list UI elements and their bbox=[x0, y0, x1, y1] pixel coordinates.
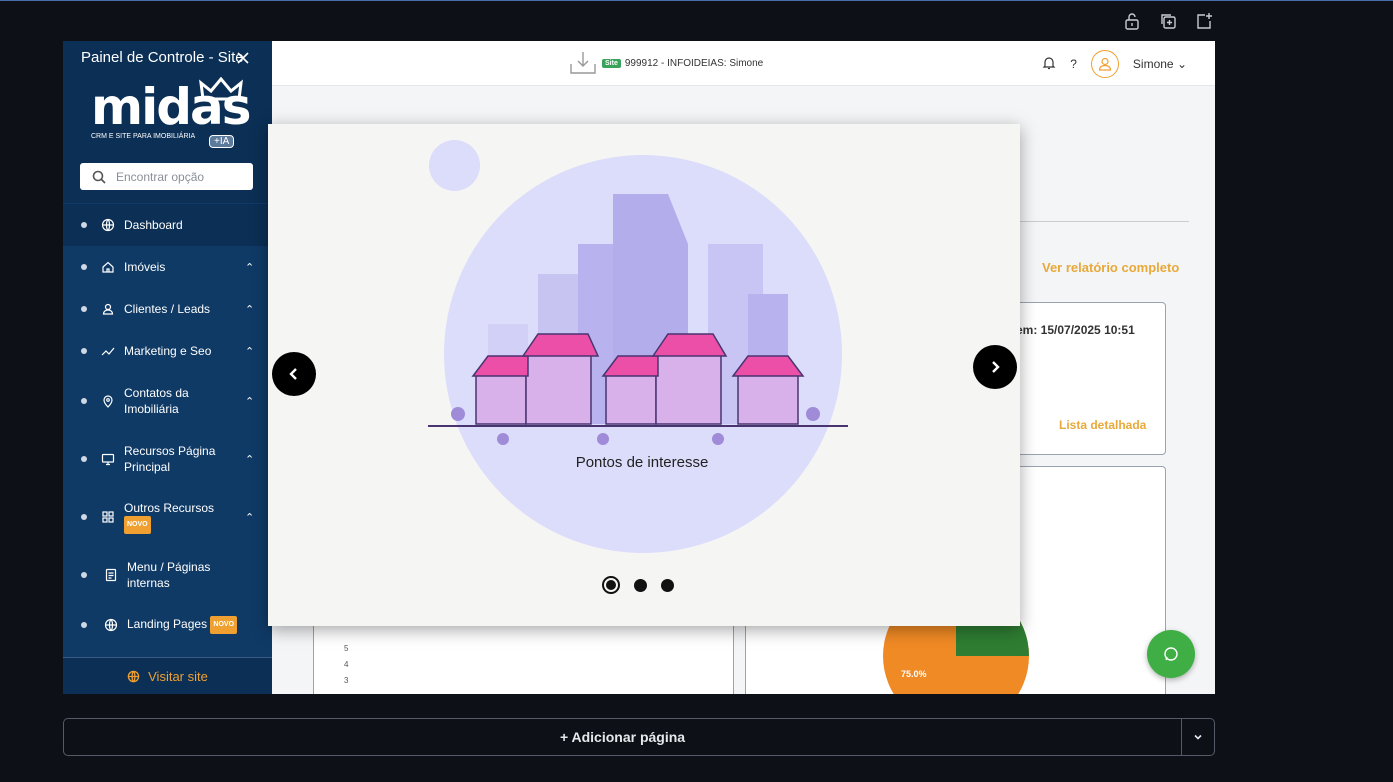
chevron-up-icon: ⌃ bbox=[245, 453, 255, 466]
top-header: Site 999912 - INFOIDEIAS: Simone ? Simon… bbox=[272, 41, 1215, 86]
axis-tick: 3 bbox=[344, 676, 349, 685]
visit-site-button[interactable]: Visitar site bbox=[63, 657, 272, 694]
globe-icon bbox=[104, 618, 118, 632]
add-page-bar: + Adicionar página bbox=[63, 718, 1215, 756]
updated-at-text: em: 15/07/2025 10:51 bbox=[1016, 323, 1135, 337]
chevron-left-icon bbox=[289, 368, 297, 380]
chevron-right-icon bbox=[992, 361, 1000, 373]
site-tag: Site bbox=[602, 58, 621, 68]
sidebar-header: Painel de Controle - Site midas CRM E SI… bbox=[63, 41, 272, 203]
sidebar-item-outros-recursos[interactable]: Outros Recursos NOVO ⌃ bbox=[63, 488, 272, 546]
chart-line-icon bbox=[101, 347, 115, 356]
search-input[interactable]: Encontrar opção bbox=[80, 163, 253, 190]
logo-ia-badge: +IA bbox=[209, 135, 235, 148]
slider-dot[interactable] bbox=[634, 578, 647, 592]
detailed-list-link[interactable]: Lista detalhada bbox=[1059, 418, 1146, 432]
chevron-up-icon: ⌃ bbox=[245, 395, 255, 408]
chevron-up-icon: ⌃ bbox=[245, 303, 255, 316]
avatar[interactable] bbox=[1090, 50, 1119, 78]
chevron-down-icon: ⌄ bbox=[1176, 57, 1187, 71]
bell-icon[interactable] bbox=[1042, 56, 1056, 73]
grid-icon bbox=[102, 511, 114, 523]
user-icon bbox=[1098, 57, 1112, 71]
chevron-up-icon: ⌃ bbox=[245, 345, 255, 358]
globe-icon bbox=[127, 670, 140, 682]
onboarding-slider-modal: Pontos de interesse bbox=[268, 124, 1020, 626]
sidebar-item-menu-paginas[interactable]: Menu / Páginas internas bbox=[63, 546, 272, 604]
add-page-button[interactable]: + Adicionar página bbox=[64, 729, 1181, 745]
slider-next-button[interactable] bbox=[973, 345, 1017, 389]
slider-pagination bbox=[602, 576, 674, 594]
search-icon bbox=[92, 170, 106, 184]
sidebar-item-imoveis[interactable]: Imóveis ⌃ bbox=[63, 246, 272, 288]
sidebar-item-marketing[interactable]: Marketing e Seo ⌃ bbox=[63, 330, 272, 372]
site-selector[interactable]: Site 999912 - INFOIDEIAS: Simone bbox=[568, 50, 763, 76]
sidebar-item-dashboard[interactable]: Dashboard bbox=[63, 204, 272, 246]
home-icon bbox=[102, 261, 114, 273]
slide-caption: Pontos de interesse bbox=[575, 454, 709, 471]
help-button[interactable]: ? bbox=[1070, 57, 1077, 71]
window-toolbar bbox=[1123, 12, 1213, 30]
sidebar-item-landing-pages[interactable]: Landing Pages NOVO bbox=[63, 604, 272, 646]
novo-badge: NOVO bbox=[124, 516, 151, 534]
sidebar: Painel de Controle - Site midas CRM E SI… bbox=[63, 41, 272, 694]
download-icon bbox=[570, 52, 596, 74]
slider-dot-active[interactable] bbox=[602, 576, 620, 594]
document-icon bbox=[105, 568, 117, 582]
user-menu[interactable]: Simone ⌄ bbox=[1133, 57, 1187, 71]
duplicate-icon[interactable] bbox=[1159, 12, 1177, 30]
user-icon bbox=[102, 303, 114, 315]
app-frame: Painel de Controle - Site midas CRM E SI… bbox=[63, 41, 1215, 694]
add-page-dropdown[interactable] bbox=[1181, 719, 1214, 755]
bar-chart-card bbox=[313, 621, 734, 694]
site-info: 999912 - INFOIDEIAS: Simone bbox=[624, 57, 764, 69]
axis-tick: 4 bbox=[344, 660, 349, 669]
close-icon[interactable] bbox=[236, 49, 250, 70]
chevron-up-icon: ⌃ bbox=[245, 261, 255, 274]
novo-badge: NOVO bbox=[210, 616, 238, 634]
unlock-icon[interactable] bbox=[1123, 12, 1141, 30]
chevron-up-icon: ⌃ bbox=[245, 511, 255, 524]
midas-logo: midas CRM E SITE PARA IMOBILIÁRIA +IA bbox=[91, 76, 252, 148]
sidebar-item-clientes[interactable]: Clientes / Leads ⌃ bbox=[63, 288, 272, 330]
sidebar-item-recursos-pagina[interactable]: Recursos Página Principal ⌃ bbox=[63, 430, 272, 488]
sidebar-title: Painel de Controle - Site bbox=[81, 49, 244, 66]
divider bbox=[1019, 221, 1189, 222]
whatsapp-button[interactable] bbox=[1147, 630, 1195, 678]
sidebar-item-contatos[interactable]: Contatos da Imobiliária ⌃ bbox=[63, 372, 272, 430]
crown-icon bbox=[199, 76, 243, 106]
monitor-icon bbox=[101, 453, 115, 466]
add-page-icon[interactable] bbox=[1195, 12, 1213, 30]
whatsapp-icon bbox=[1164, 647, 1178, 661]
top-accent-line bbox=[0, 0, 1393, 1]
globe-icon bbox=[101, 218, 115, 232]
pie-slice-label: 75.0% bbox=[901, 669, 927, 679]
axis-tick: 5 bbox=[344, 644, 349, 653]
slider-dot[interactable] bbox=[661, 578, 674, 592]
city-illustration bbox=[428, 194, 848, 445]
location-pin-icon bbox=[103, 395, 113, 408]
view-full-report-link[interactable]: Ver relatório completo bbox=[1042, 260, 1179, 275]
chevron-down-icon bbox=[1194, 734, 1202, 740]
slider-prev-button[interactable] bbox=[272, 352, 316, 396]
